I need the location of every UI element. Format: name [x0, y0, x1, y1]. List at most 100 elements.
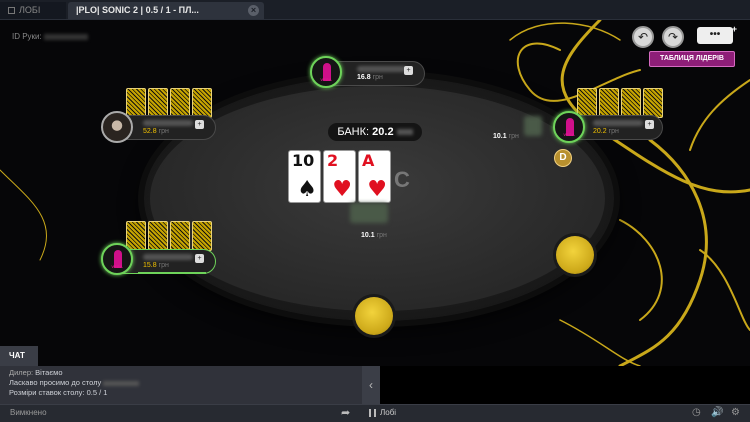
- tab-lobby-label: ЛОБІ: [19, 5, 41, 15]
- chat-text: Вітаємо: [33, 368, 63, 377]
- bet-right: 10.1 грн: [493, 133, 519, 140]
- tab-table-tail: - ПЛ...: [173, 5, 199, 15]
- tab-table-suffix: / 1: [160, 5, 171, 15]
- card-back: [126, 221, 146, 251]
- close-icon[interactable]: ×: [248, 5, 259, 16]
- undo-icon[interactable]: ↶: [632, 26, 654, 48]
- send-icon[interactable]: ➦: [341, 406, 350, 419]
- card-back: [126, 88, 146, 118]
- history-icon[interactable]: ◷: [692, 407, 701, 418]
- stack-unit: грн: [608, 128, 619, 135]
- bet-unit: грн: [508, 133, 519, 140]
- chat-input[interactable]: Вимкнено: [10, 408, 47, 417]
- notes-icon[interactable]: +: [404, 66, 413, 75]
- leaderboard-button[interactable]: ТАБЛИЦЯ ЛІДЕРІВ: [649, 51, 735, 67]
- pot-label: БАНК:: [337, 126, 370, 138]
- tab-lobby[interactable]: ЛОБІ: [0, 2, 66, 19]
- plus-icon: +: [731, 24, 737, 34]
- stack-unit: грн: [158, 128, 169, 135]
- stack-unit: грн: [158, 262, 169, 269]
- notes-icon[interactable]: +: [645, 120, 654, 129]
- settings-icon[interactable]: ⚙: [731, 407, 740, 418]
- avatar-label: VEGA: [111, 264, 123, 269]
- stack-amount: 15.8: [143, 262, 157, 269]
- card-back: [192, 221, 212, 251]
- card-back: [170, 88, 190, 118]
- card-rank: 2: [327, 151, 339, 170]
- board-card-1: 10 ♠: [288, 150, 321, 203]
- chat-text: Ласкаво просимо до столу: [9, 378, 102, 387]
- lobby-link[interactable]: Лобі: [369, 408, 396, 417]
- chat-sender: Дилер:: [9, 368, 34, 377]
- chat-line: Ласкаво просимо до столу: [9, 378, 353, 388]
- card-back: [621, 88, 641, 118]
- table-logo-icon: C: [394, 167, 410, 192]
- chat-text: Розміри ставок столу: 0.5 / 1: [9, 388, 108, 397]
- player-stack: 16.8 грн: [357, 74, 383, 81]
- notes-icon[interactable]: +: [195, 254, 204, 263]
- empty-seat[interactable]: [556, 236, 594, 274]
- stack-amount: 20.2: [593, 128, 607, 135]
- notes-icon[interactable]: +: [195, 120, 204, 129]
- avatar-label: VEGA: [563, 132, 575, 137]
- more-icon: •••: [709, 29, 721, 40]
- chat-collapse-icon[interactable]: ‹: [362, 366, 380, 404]
- board-card-3: A ♥: [358, 150, 391, 203]
- chat-panel: ЧАТ Дилер: Вітаємо Ласкаво просимо до ст…: [0, 346, 380, 404]
- empty-seat[interactable]: [355, 297, 393, 335]
- bet-center: 10.1 грн: [361, 232, 387, 239]
- pot-amount: 20.2: [372, 126, 394, 138]
- board-card-2: 2 ♥: [323, 150, 356, 203]
- player-name: [593, 120, 643, 126]
- bet-amount: 10.1: [493, 133, 507, 140]
- bet-amount: 10.1: [361, 232, 375, 239]
- stack-amount: 16.8: [357, 74, 371, 81]
- hand-id-label: ID Руки:: [12, 32, 42, 41]
- card-back: [148, 221, 168, 251]
- redo-icon[interactable]: ↷: [662, 26, 684, 48]
- card-back: [170, 221, 190, 251]
- bet-unit: грн: [376, 232, 387, 239]
- player-name: [143, 120, 193, 126]
- hand-id: ID Руки:: [12, 32, 88, 41]
- menu-button[interactable]: ••• +: [697, 24, 737, 44]
- tab-table[interactable]: |PLO| SONIC 2 | 0.5 / 1 - ПЛ... ×: [68, 2, 264, 19]
- card-back: [192, 88, 212, 118]
- avatar-label: VEGA: [320, 77, 332, 82]
- stack-unit: грн: [372, 74, 383, 81]
- tab-table-label: |PLO| SONIC 2 | 0.5: [76, 5, 159, 15]
- card-back: [643, 88, 663, 118]
- card-rank: 10: [292, 151, 315, 170]
- action-timer: [138, 272, 206, 274]
- lobby-icon: [369, 408, 376, 417]
- avatar: [101, 111, 133, 143]
- tab-bar: ЛОБІ |PLO| SONIC 2 | 0.5 / 1 - ПЛ... ×: [0, 0, 750, 20]
- chat-tab[interactable]: ЧАТ: [0, 346, 38, 366]
- card-back: [148, 88, 168, 118]
- chat-line: Дилер: Вітаємо: [9, 368, 353, 378]
- card-back: [599, 88, 619, 118]
- player-name: [357, 66, 407, 72]
- bet-chips: [524, 116, 542, 136]
- heart-icon: ♥: [332, 177, 352, 202]
- sound-icon[interactable]: 🔊: [711, 407, 723, 418]
- poker-table-scene: ID Руки: ↶ ↷ ••• + ТАБЛИЦЯ ЛІДЕРІВ БАНК: …: [0, 20, 750, 366]
- dealer-button: D: [554, 149, 572, 167]
- pot-unit: [396, 129, 413, 136]
- card-rank: A: [362, 151, 375, 170]
- bet-chips: [350, 203, 388, 223]
- heart-icon: ♥: [367, 177, 387, 202]
- table-name-redacted: [103, 380, 140, 386]
- chat-line: Розміри ставок столу: 0.5 / 1: [9, 388, 353, 398]
- card-back: [577, 88, 597, 118]
- player-name: [143, 254, 193, 260]
- chat-messages: Дилер: Вітаємо Ласкаво просимо до столу …: [0, 366, 362, 404]
- player-stack: 52.8 грн: [143, 128, 169, 135]
- player-stack: 15.8 грн: [143, 262, 169, 269]
- avatar: VEGA: [310, 56, 342, 88]
- lobby-link-label: Лобі: [380, 408, 397, 417]
- hand-id-value: [43, 33, 88, 40]
- lobby-tab-icon: [8, 7, 15, 15]
- spade-icon: ♠: [297, 177, 317, 202]
- bottom-bar: Вимкнено ➦ Лобі ◷ 🔊 ⚙: [0, 404, 750, 422]
